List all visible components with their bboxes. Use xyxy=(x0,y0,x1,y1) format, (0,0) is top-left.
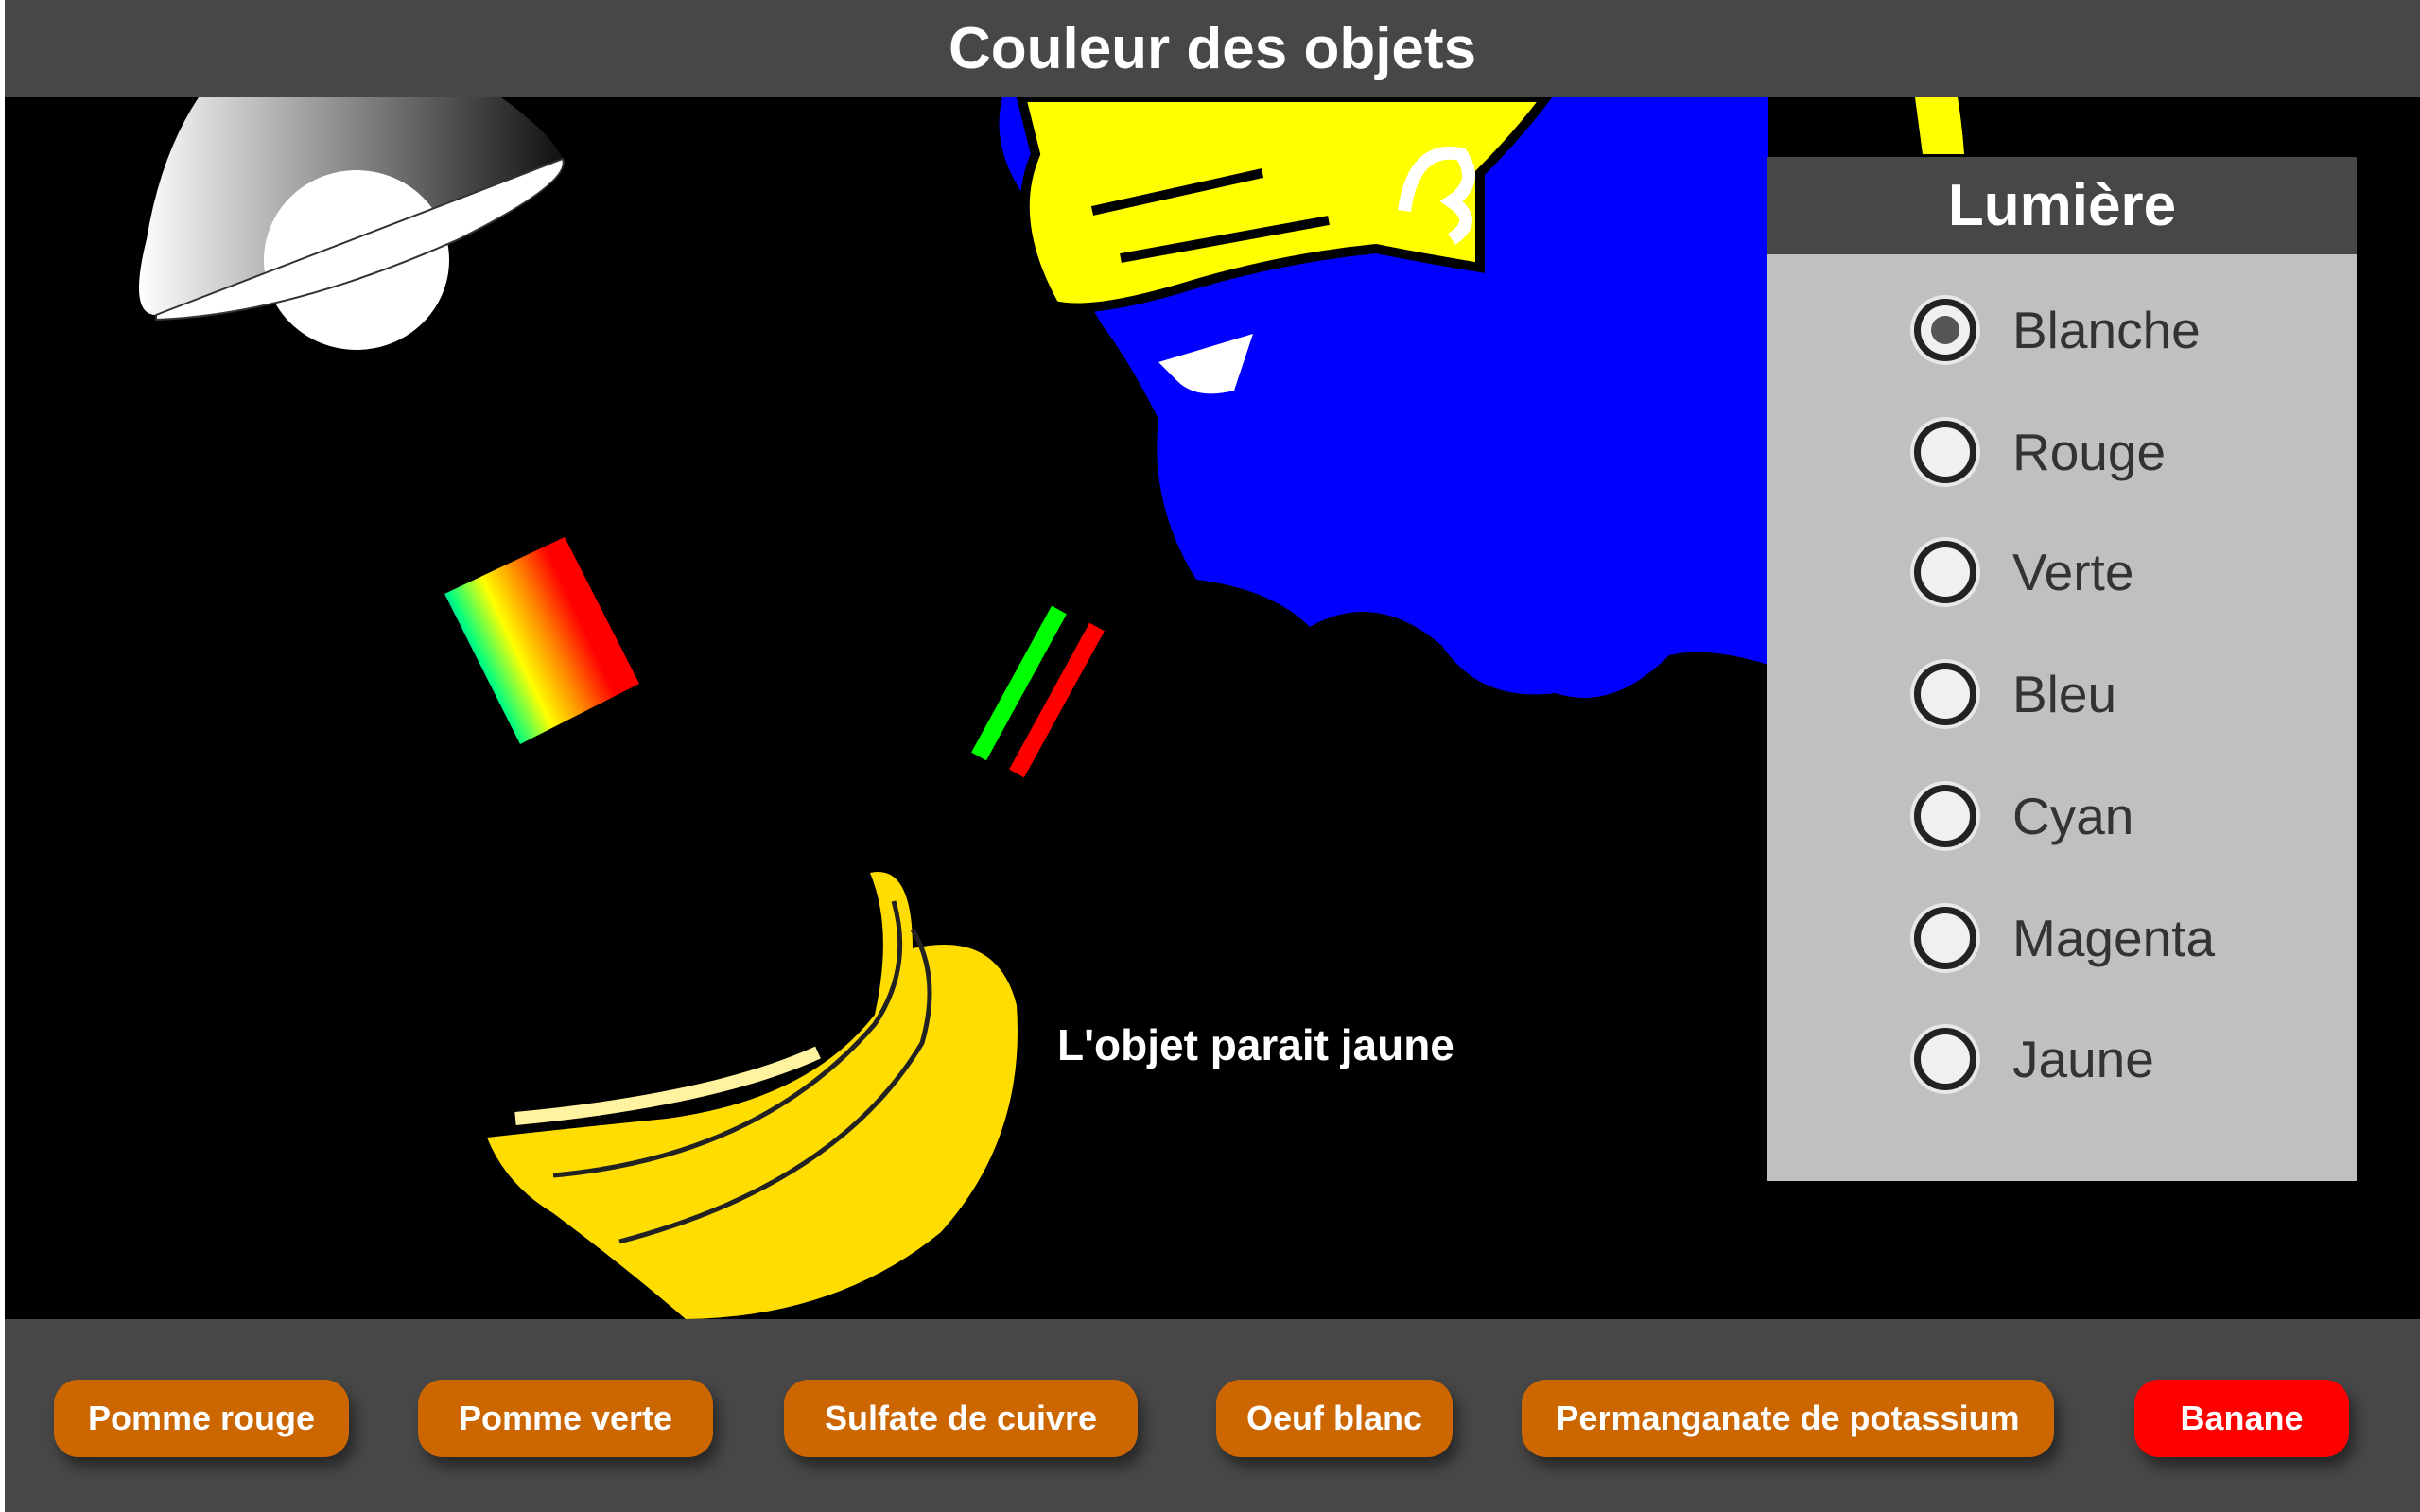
pomme-rouge-button[interactable]: Pomme rouge xyxy=(54,1380,349,1457)
object-bar: Pomme rouge Pomme verte Sulfate de cuivr… xyxy=(5,1319,2420,1512)
lamp-icon xyxy=(139,97,565,350)
page-title: Couleur des objets xyxy=(948,16,1477,81)
option-label: Cyan xyxy=(2012,787,2134,845)
option-label: Magenta xyxy=(2012,909,2216,967)
option-label: Verte xyxy=(2012,543,2134,601)
pomme-verte-button[interactable]: Pomme verte xyxy=(418,1380,713,1457)
color-filter-strips xyxy=(971,605,1105,778)
permanganate-button[interactable]: Permanganate de potassium xyxy=(1522,1380,2054,1457)
radio-button[interactable] xyxy=(1914,785,1976,847)
option-label: Jaune xyxy=(2012,1030,2154,1088)
sulfate-de-cuivre-button[interactable]: Sulfate de cuivre xyxy=(784,1380,1138,1457)
radio-button[interactable] xyxy=(1914,907,1976,969)
light-option-cyan[interactable]: Cyan xyxy=(1914,778,2133,854)
option-label: Rouge xyxy=(2012,423,2167,481)
light-panel: Lumière Blanche Rouge Verte Bleu Cyan Ma… xyxy=(1767,157,2357,1181)
prism-spectrum xyxy=(444,537,639,744)
light-panel-title: Lumière xyxy=(1767,157,2357,254)
oeuf-blanc-button[interactable]: Oeuf blanc xyxy=(1216,1380,1453,1457)
light-option-bleu[interactable]: Bleu xyxy=(1914,656,2116,732)
radio-button[interactable] xyxy=(1914,663,1976,725)
radio-button[interactable] xyxy=(1914,1028,1976,1090)
light-option-verte[interactable]: Verte xyxy=(1914,534,2133,610)
banane-button[interactable]: Banane xyxy=(2134,1380,2349,1457)
light-option-jaune[interactable]: Jaune xyxy=(1914,1021,2154,1097)
radio-button[interactable] xyxy=(1914,421,1976,483)
light-option-magenta[interactable]: Magenta xyxy=(1914,900,2215,976)
light-option-blanche[interactable]: Blanche xyxy=(1914,292,2201,368)
option-label: Bleu xyxy=(2012,665,2117,723)
result-text: L'objet parait jaune xyxy=(1057,1020,1454,1069)
banana-icon xyxy=(487,872,1018,1319)
radio-button[interactable] xyxy=(1914,299,1976,361)
title-bar: Couleur des objets xyxy=(5,0,2420,97)
option-label: Blanche xyxy=(2012,301,2201,359)
light-option-rouge[interactable]: Rouge xyxy=(1914,414,2166,490)
radio-button[interactable] xyxy=(1914,541,1976,603)
